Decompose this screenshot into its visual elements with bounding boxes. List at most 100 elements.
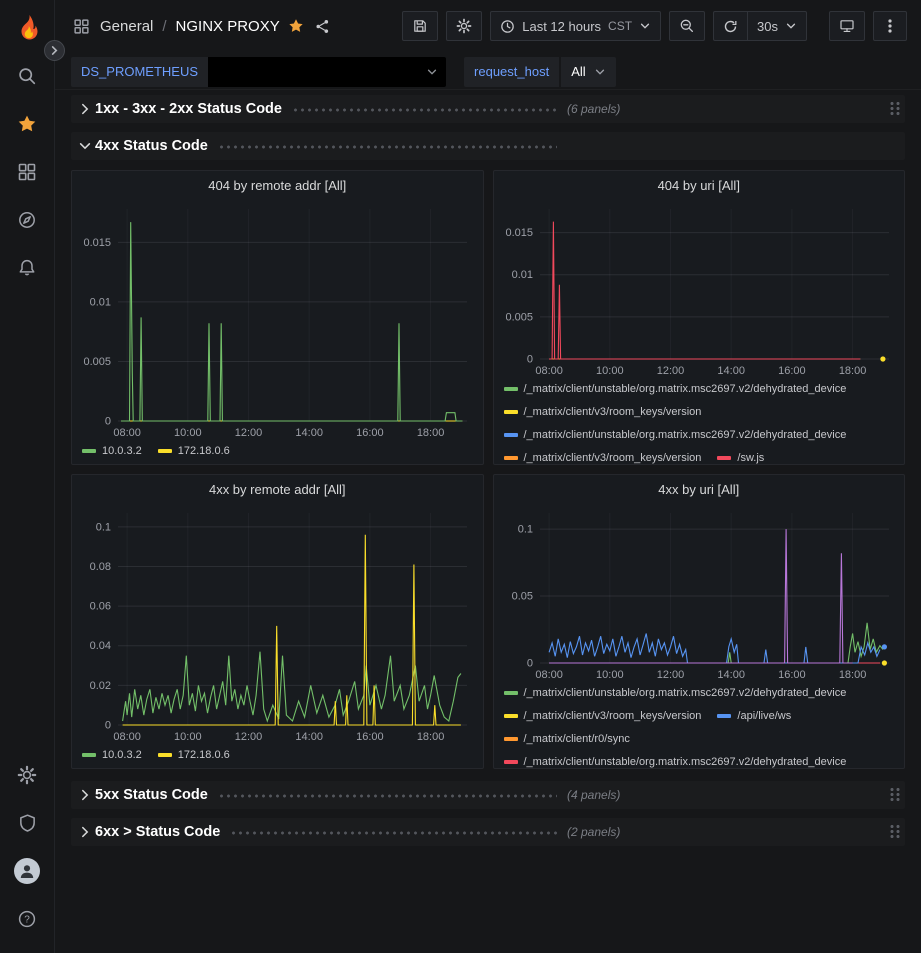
- chart-legend: /_matrix/client/unstable/org.matrix.msc2…: [494, 379, 905, 465]
- sidebar-item-server-admin[interactable]: [0, 799, 55, 847]
- time-range-picker[interactable]: Last 12 hours CST: [490, 11, 661, 41]
- legend-item[interactable]: /_matrix/client/v3/room_keys/version: [504, 451, 702, 465]
- legend-label: 10.0.3.2: [102, 749, 142, 761]
- legend-item[interactable]: /_matrix/client/unstable/org.matrix.msc2…: [504, 686, 847, 700]
- chevron-right-icon: [50, 46, 59, 55]
- chart-legend: 10.0.3.2 172.18.0.6: [72, 441, 483, 464]
- sidebar-expand-button[interactable]: [44, 40, 65, 61]
- chart-404-by-remote-addr[interactable]: 08:0010:0012:0014:0016:0018:0000.0050.01…: [72, 199, 483, 441]
- chart-4xx-by-uri[interactable]: 08:0010:0012:0014:0016:0018:0000.050.1: [494, 503, 905, 683]
- explore-compass-icon: [17, 210, 37, 230]
- chevron-down-icon: [639, 20, 651, 32]
- sidebar-item-dashboards[interactable]: [0, 148, 55, 196]
- svg-text:10:00: 10:00: [596, 669, 624, 681]
- series-color-swatch: [504, 691, 518, 695]
- save-dashboard-button[interactable]: [402, 11, 438, 41]
- chevron-right-icon: [75, 788, 95, 802]
- legend-item[interactable]: /_matrix/client/v3/room_keys/version: [504, 709, 702, 723]
- variable-ds-prometheus-value[interactable]: [208, 57, 446, 87]
- series-color-swatch: [504, 714, 518, 718]
- row-1xx-3xx-2xx[interactable]: 1xx - 3xx - 2xx Status Code (6 panels): [71, 95, 905, 123]
- svg-text:0: 0: [105, 720, 111, 732]
- panel-title[interactable]: 404 by uri [All]: [494, 171, 905, 199]
- svg-text:18:00: 18:00: [417, 731, 445, 743]
- svg-text:0.1: 0.1: [96, 521, 111, 533]
- apps-icon: [73, 18, 90, 35]
- search-icon: [17, 66, 37, 86]
- panel-title[interactable]: 404 by remote addr [All]: [72, 171, 483, 199]
- help-icon: ?: [17, 909, 37, 929]
- svg-text:0: 0: [526, 658, 532, 670]
- star-icon: [17, 114, 37, 134]
- legend-item[interactable]: /api/live/ws: [717, 709, 791, 723]
- row-panel-count: (6 panels): [567, 102, 620, 116]
- svg-text:10:00: 10:00: [174, 731, 202, 743]
- svg-text:0.015: 0.015: [505, 227, 533, 239]
- favorite-star-icon[interactable]: [288, 18, 304, 34]
- flame-icon: [12, 14, 42, 44]
- share-icon[interactable]: [314, 18, 331, 35]
- legend-item[interactable]: /_matrix/client/unstable/org.matrix.msc2…: [504, 755, 847, 769]
- dashboard-content: 1xx - 3xx - 2xx Status Code (6 panels) 4…: [55, 90, 921, 953]
- svg-text:0.08: 0.08: [90, 561, 111, 573]
- svg-text:10:00: 10:00: [174, 427, 202, 439]
- variable-request-host-label[interactable]: request_host: [464, 57, 559, 87]
- variable-ds-prometheus-label[interactable]: DS_PROMETHEUS: [71, 57, 208, 87]
- legend-label: /_matrix/client/unstable/org.matrix.msc2…: [524, 687, 847, 699]
- svg-text:14:00: 14:00: [295, 427, 323, 439]
- legend-label: /api/live/ws: [737, 710, 791, 722]
- shield-icon: [18, 813, 37, 833]
- sidebar-item-configuration[interactable]: [0, 751, 55, 799]
- panel-title[interactable]: 4xx by remote addr [All]: [72, 475, 483, 503]
- legend-item[interactable]: 172.18.0.6: [158, 444, 230, 458]
- legend-item[interactable]: /_matrix/client/unstable/org.matrix.msc2…: [504, 428, 847, 442]
- variable-request-host-value[interactable]: All: [561, 57, 615, 87]
- refresh-icon: [723, 19, 738, 34]
- svg-text:10:00: 10:00: [596, 365, 624, 377]
- row-drag-handle[interactable]: [889, 824, 901, 840]
- more-options-kebab-button[interactable]: [873, 11, 907, 41]
- grafana-app: ? General / NGINX PROXY: [0, 0, 921, 953]
- series-color-swatch: [504, 410, 518, 414]
- chart-404-by-uri[interactable]: 08:0010:0012:0014:0016:0018:0000.0050.01…: [494, 199, 905, 379]
- sidebar-item-profile[interactable]: [0, 847, 55, 895]
- breadcrumb-section[interactable]: General: [100, 18, 153, 35]
- navbar-actions: Last 12 hours CST: [402, 11, 907, 41]
- zoom-out-button[interactable]: [669, 11, 705, 41]
- panel-title[interactable]: 4xx by uri [All]: [494, 475, 905, 503]
- sidebar-item-alerting[interactable]: [0, 244, 55, 292]
- legend-label: /_matrix/client/v3/room_keys/version: [524, 710, 702, 722]
- sidebar-item-search[interactable]: [0, 52, 55, 100]
- row-drag-handle[interactable]: [889, 787, 901, 803]
- legend-item[interactable]: /sw.js: [717, 451, 764, 465]
- refresh-interval-dropdown[interactable]: 30s: [747, 11, 807, 41]
- row-6xx[interactable]: 6xx > Status Code (2 panels): [71, 818, 905, 846]
- sidebar-item-starred[interactable]: [0, 100, 55, 148]
- svg-text:0.05: 0.05: [511, 591, 532, 603]
- sidebar-item-help[interactable]: ?: [0, 895, 55, 943]
- series-color-swatch: [504, 433, 518, 437]
- row-4xx[interactable]: 4xx Status Code: [71, 132, 905, 160]
- chart-4xx-by-remote-addr[interactable]: 08:0010:0012:0014:0016:0018:0000.020.040…: [72, 503, 483, 745]
- svg-text:0.01: 0.01: [90, 296, 111, 308]
- series-color-swatch: [717, 714, 731, 718]
- legend-item[interactable]: 10.0.3.2: [82, 444, 142, 458]
- svg-text:0: 0: [105, 416, 111, 428]
- row-drag-handle[interactable]: [889, 101, 901, 117]
- legend-item[interactable]: /_matrix/client/v3/room_keys/version: [504, 405, 702, 419]
- dashboard-settings-button[interactable]: [446, 11, 482, 41]
- svg-text:08:00: 08:00: [113, 427, 141, 439]
- legend-item[interactable]: 172.18.0.6: [158, 748, 230, 762]
- legend-item[interactable]: 10.0.3.2: [82, 748, 142, 762]
- refresh-button[interactable]: [713, 11, 747, 41]
- legend-item[interactable]: /_matrix/client/r0/sync: [504, 732, 630, 746]
- breadcrumb-separator: /: [162, 18, 166, 35]
- row-5xx[interactable]: 5xx Status Code (4 panels): [71, 781, 905, 809]
- cycle-view-mode-button[interactable]: [829, 11, 865, 41]
- panel-4xx-by-uri: 4xx by uri [All] 08:0010:0012:0014:0016:…: [493, 474, 906, 769]
- dashboard-title[interactable]: NGINX PROXY: [176, 18, 280, 35]
- legend-item[interactable]: /_matrix/client/unstable/org.matrix.msc2…: [504, 382, 847, 396]
- row-title-group: 4xx Status Code: [95, 138, 567, 154]
- sidebar-item-explore[interactable]: [0, 196, 55, 244]
- chevron-down-icon: [426, 66, 438, 78]
